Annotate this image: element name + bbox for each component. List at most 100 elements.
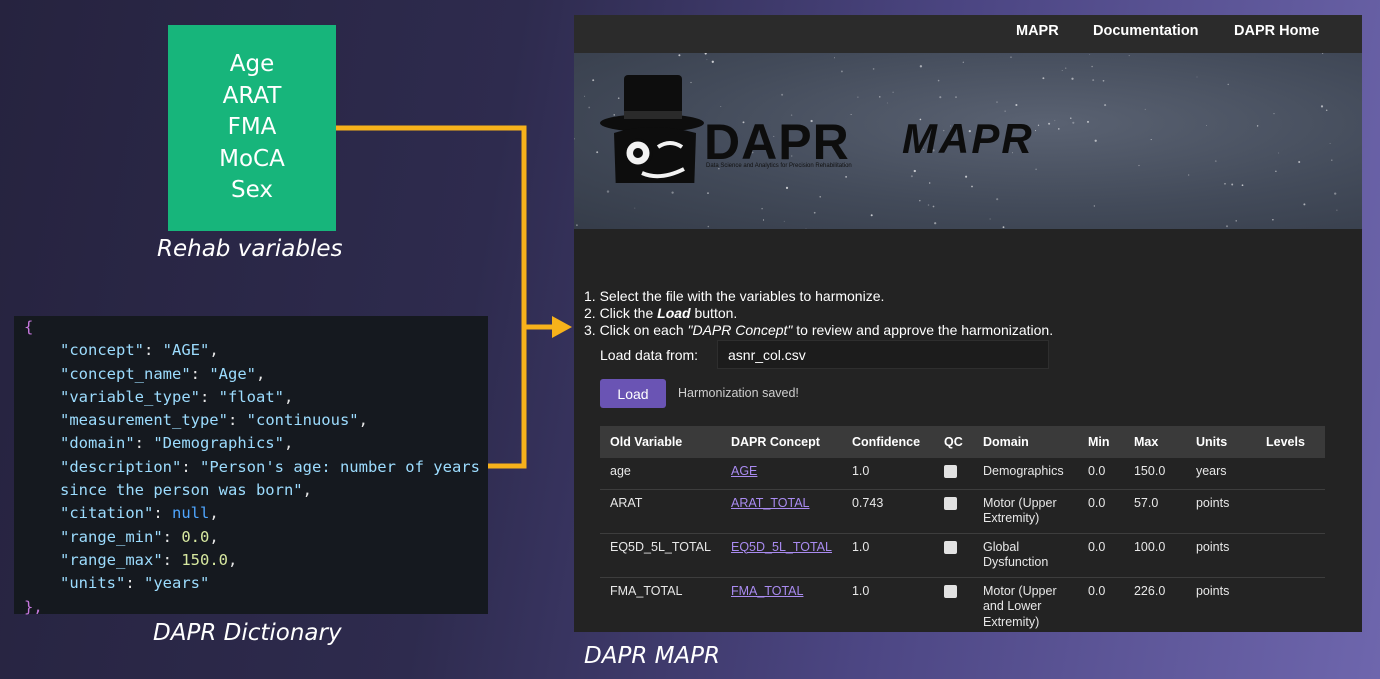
dictionary-caption: DAPR Dictionary bbox=[153, 620, 342, 646]
cell-levels bbox=[1255, 489, 1325, 534]
star-dot bbox=[1072, 121, 1075, 124]
step-3-text: 3. Click on each bbox=[584, 322, 688, 338]
star-dot bbox=[706, 59, 708, 61]
variable-item: ARAT bbox=[222, 82, 282, 109]
star-dot bbox=[592, 79, 595, 82]
file-input[interactable] bbox=[717, 340, 1049, 369]
code-value: "years" bbox=[144, 574, 210, 593]
star-dot bbox=[1225, 225, 1229, 228]
nav-dapr-home[interactable]: DAPR Home bbox=[1234, 23, 1319, 39]
star-dot bbox=[1128, 55, 1130, 57]
code-open-brace: { bbox=[24, 318, 34, 336]
qc-checkbox[interactable] bbox=[943, 540, 957, 554]
code-line: "range_min": 0.0, bbox=[60, 527, 219, 546]
nav-mapr[interactable]: MAPR bbox=[1016, 23, 1059, 39]
star-dot bbox=[1004, 110, 1006, 112]
load-button[interactable]: Load bbox=[600, 379, 666, 408]
star-dot bbox=[1273, 113, 1275, 115]
code-close-brace: }, bbox=[24, 597, 43, 616]
step-2-text-end: button. bbox=[690, 305, 738, 321]
variable-item: FMA bbox=[227, 114, 277, 141]
star-dot bbox=[1138, 164, 1140, 167]
qc-checkbox[interactable] bbox=[943, 465, 957, 478]
star-dot bbox=[919, 199, 921, 202]
cell-max: 100.0 bbox=[1123, 533, 1186, 578]
load-label: Load data from: bbox=[600, 347, 699, 363]
star-dot bbox=[783, 220, 785, 222]
cell-domain: Motor (Upper Extremity) bbox=[972, 489, 1078, 534]
col-qc: QC bbox=[933, 426, 973, 458]
cell-levels bbox=[1255, 577, 1325, 632]
cell-units: points bbox=[1185, 577, 1256, 632]
code-comma: , bbox=[283, 387, 294, 406]
star-dot bbox=[840, 70, 843, 73]
star-dot bbox=[805, 228, 807, 229]
star-dot bbox=[1224, 182, 1226, 185]
table-body: age AGE 1.0 Demographics 0.0 150.0 years… bbox=[600, 458, 1325, 632]
star-dot bbox=[927, 204, 930, 206]
code-key: "units" bbox=[60, 574, 126, 593]
star-dot bbox=[834, 57, 835, 59]
nav-documentation[interactable]: Documentation bbox=[1093, 23, 1199, 39]
concept-link[interactable]: EQ5D_5L_TOTAL bbox=[731, 540, 832, 554]
qc-checkbox[interactable] bbox=[943, 496, 957, 510]
code-key: "range_max" bbox=[60, 550, 163, 569]
code-key: "concept_name" bbox=[60, 364, 191, 383]
code-line: "variable_type": "float", bbox=[60, 387, 294, 406]
star-dot bbox=[588, 106, 591, 109]
star-dot bbox=[955, 96, 957, 98]
qc-checkbox[interactable] bbox=[943, 584, 957, 598]
cell-confidence: 1.0 bbox=[841, 577, 934, 632]
cell-max: 57.0 bbox=[1123, 489, 1186, 534]
step-3: 3. Click on each "DAPR Concept" to revie… bbox=[584, 322, 1053, 339]
instructions: 1. Select the file with the variables to… bbox=[584, 288, 1053, 339]
star-dot bbox=[1298, 160, 1301, 164]
star-dot bbox=[1188, 174, 1190, 176]
rehab-variables-caption: Rehab variables bbox=[157, 236, 343, 262]
cell-confidence: 1.0 bbox=[841, 533, 934, 578]
star-dot bbox=[761, 207, 763, 210]
code-value: "Demographics" bbox=[153, 434, 284, 453]
star-dot bbox=[1275, 170, 1277, 172]
variable-item: MoCA bbox=[219, 145, 285, 172]
concept-link[interactable]: ARAT_TOTAL bbox=[731, 496, 810, 510]
concept-link[interactable]: FMA_TOTAL bbox=[731, 584, 803, 598]
star-dot bbox=[1037, 124, 1040, 126]
star-dot bbox=[913, 169, 916, 173]
star-dot bbox=[1092, 79, 1095, 82]
mascot-logo-icon bbox=[600, 75, 704, 183]
cell-domain: Motor (Upper and Lower Extremity) bbox=[972, 577, 1078, 632]
star-dot bbox=[1278, 152, 1280, 154]
brand-product: MAPR bbox=[902, 115, 1034, 162]
code-value: "AGE" bbox=[162, 341, 210, 360]
star-dot bbox=[886, 102, 888, 104]
star-dot bbox=[576, 224, 578, 227]
code-key: "domain" bbox=[60, 434, 135, 453]
star-dot bbox=[872, 68, 875, 70]
code-value: since the person was born" bbox=[60, 481, 303, 500]
star-dot bbox=[850, 114, 852, 116]
cell-max: 226.0 bbox=[1123, 577, 1186, 632]
star-dot bbox=[1329, 143, 1331, 144]
code-comma: , bbox=[228, 550, 238, 569]
star-dot bbox=[962, 61, 964, 63]
concept-link[interactable]: AGE bbox=[731, 464, 757, 478]
cell-units: years bbox=[1185, 458, 1256, 490]
code-line: "measurement_type": "continuous", bbox=[60, 411, 368, 430]
star-dot bbox=[1010, 56, 1012, 58]
star-dot bbox=[1102, 79, 1105, 82]
code-value: "float" bbox=[218, 387, 284, 406]
code-line: "description": "Person's age: number of … bbox=[60, 457, 480, 476]
star-dot bbox=[1336, 209, 1338, 211]
code-comma: , bbox=[283, 434, 294, 453]
star-dot bbox=[1104, 104, 1107, 107]
star-dot bbox=[1054, 120, 1056, 122]
star-dot bbox=[813, 211, 816, 214]
cell-max: 150.0 bbox=[1123, 458, 1186, 490]
cell-min: 0.0 bbox=[1077, 577, 1124, 632]
star-dot bbox=[965, 175, 968, 178]
code-comma: , bbox=[209, 341, 219, 360]
code-line: "domain": "Demographics", bbox=[60, 434, 294, 453]
star-dot bbox=[1214, 160, 1217, 162]
dictionary-code-block: { "concept": "AGE", "concept_name": "Age"… bbox=[14, 316, 488, 616]
